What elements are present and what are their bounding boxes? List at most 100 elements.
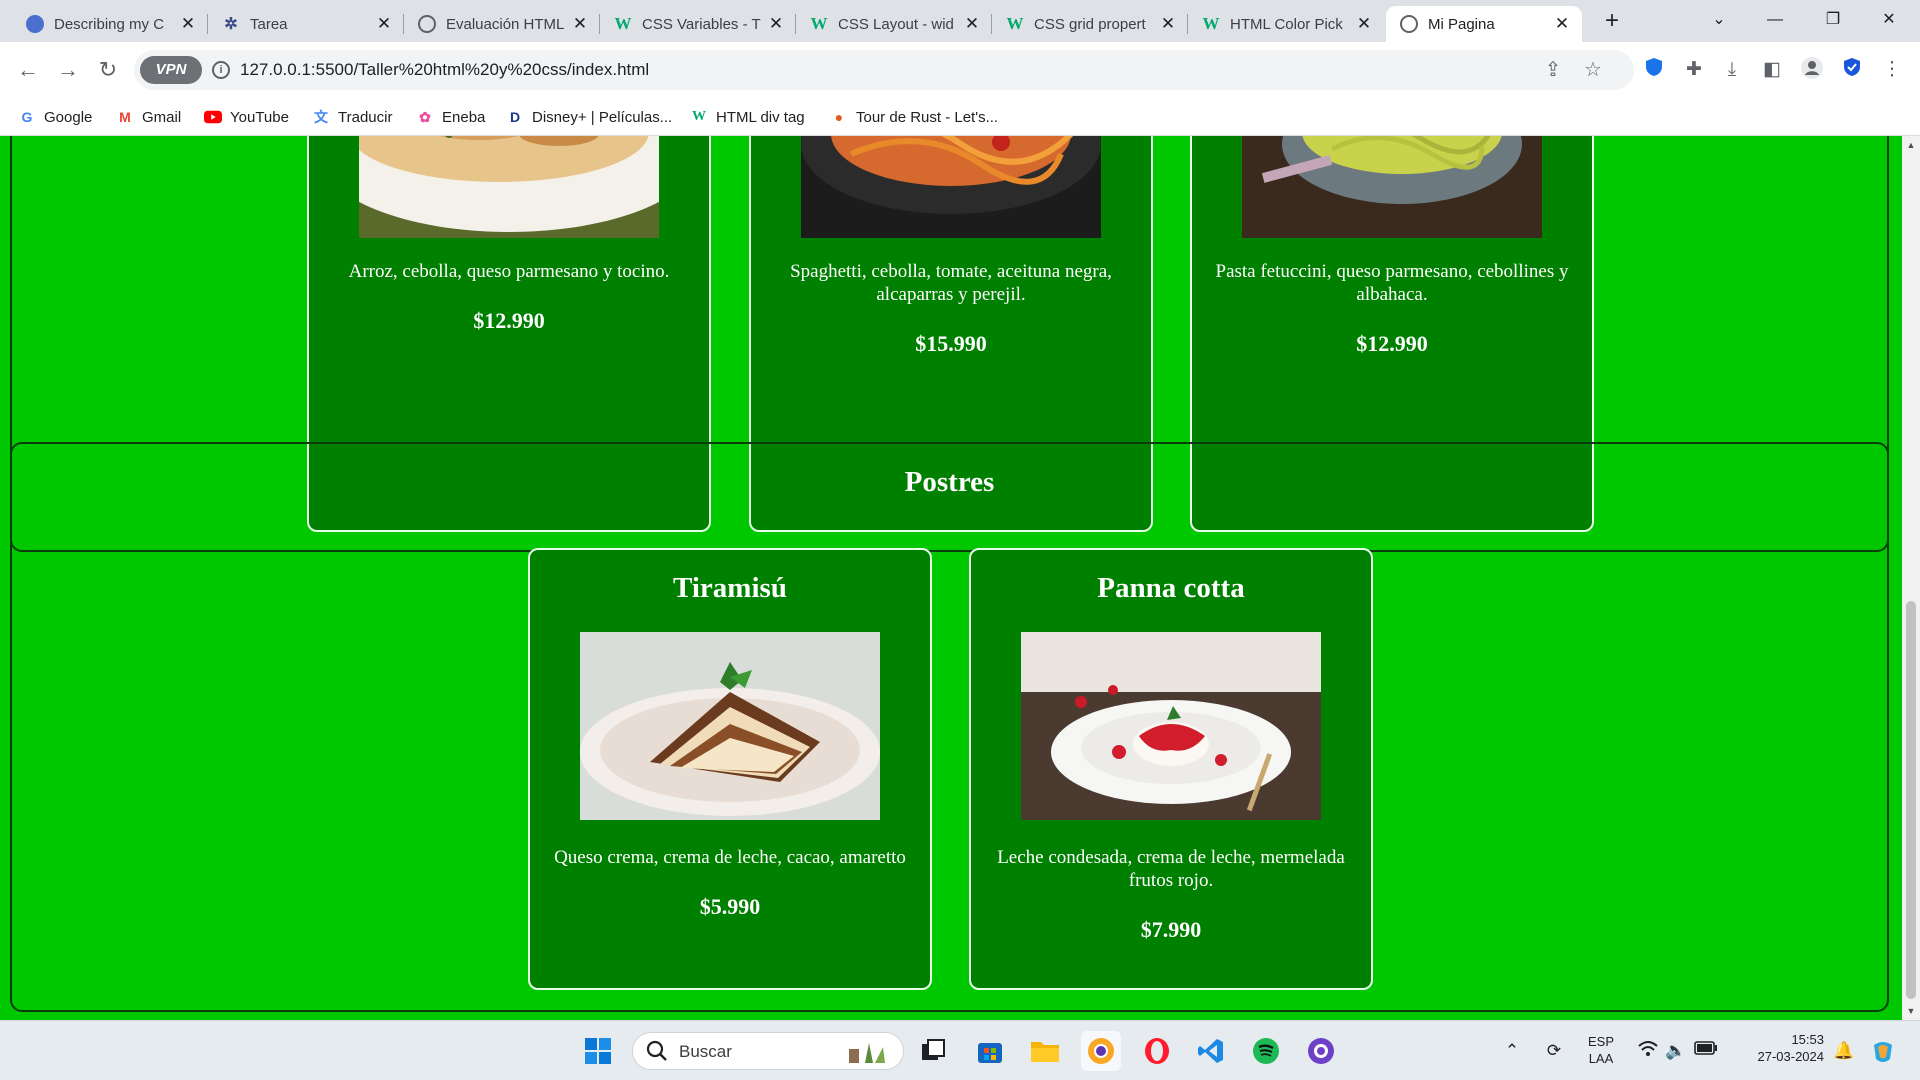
tab-html-color-picker[interactable]: W HTML Color Pick ✕ [1188, 6, 1384, 42]
vpn-badge[interactable]: VPN [140, 56, 202, 84]
bookmark-label: Google [44, 108, 93, 126]
clock[interactable]: 15:53 27-03-2024 [1732, 1031, 1825, 1065]
notification-bell-icon[interactable]: 🔔 [1832, 1039, 1856, 1063]
close-icon[interactable]: ✕ [1354, 14, 1374, 34]
close-icon[interactable]: ✕ [374, 14, 394, 34]
forward-arrow-icon[interactable]: → [52, 54, 84, 86]
dessert-card-tiramisu: Tiramisú Queso crema, crema de leche, ca… [528, 548, 932, 990]
dessert-name: Panna cotta [1097, 572, 1245, 604]
bookmark-tour-de-rust[interactable]: ● Tour de Rust - Let's... [830, 104, 998, 130]
dish-description: Pasta fetuccini, queso parmesano, ceboll… [1215, 261, 1569, 305]
security-shield-check-icon[interactable] [1838, 56, 1866, 84]
sync-icon[interactable]: ⟳ [1542, 1039, 1566, 1063]
close-icon[interactable]: ✕ [1158, 14, 1178, 34]
bookmark-google[interactable]: G Google [18, 104, 93, 130]
close-window-button[interactable]: ✕ [1866, 4, 1912, 36]
w3schools-icon: W [692, 109, 706, 124]
back-arrow-icon[interactable]: ← [12, 54, 44, 86]
tab-title: HTML Color Pick [1230, 15, 1343, 33]
clock-time: 15:53 [1791, 1032, 1824, 1047]
microsoft-store-icon[interactable] [970, 1031, 1010, 1071]
vscode-icon[interactable] [1191, 1031, 1231, 1071]
chrome-icon[interactable] [1081, 1031, 1121, 1071]
url-text[interactable]: 127.0.0.1:5500/Taller%20html%20y%20css/i… [240, 60, 649, 80]
reload-icon[interactable]: ↻ [92, 54, 124, 86]
close-icon[interactable]: ✕ [570, 14, 590, 34]
page-scrollbar[interactable]: ▲ ▼ [1902, 136, 1920, 1020]
site-info-icon[interactable]: i [212, 61, 230, 79]
bookmark-star-icon[interactable]: ☆ [1582, 59, 1604, 81]
bookmark-eneba[interactable]: ✿ Eneba [416, 104, 485, 130]
side-panel-icon[interactable]: ◧ [1758, 56, 1786, 84]
tab-search-chevron-icon[interactable]: ⌄ [1696, 4, 1742, 36]
tab-title: Evaluación HTML [446, 15, 565, 33]
copilot-icon[interactable] [1870, 1039, 1894, 1063]
bookmark-label: Eneba [442, 108, 486, 126]
close-icon[interactable]: ✕ [766, 14, 786, 34]
dessert-description: Queso crema, crema de leche, cacao, amar… [554, 847, 906, 868]
file-explorer-icon[interactable] [1025, 1031, 1065, 1071]
bookmark-html-div-tag[interactable]: W HTML div tag [690, 104, 805, 130]
minimize-button[interactable]: — [1752, 4, 1798, 36]
close-icon[interactable]: ✕ [962, 14, 982, 34]
share-icon[interactable]: ⇪ [1542, 59, 1564, 81]
dessert-name: Tiramisú [673, 572, 787, 604]
close-icon[interactable]: ✕ [178, 14, 198, 34]
tab-title: Tarea [250, 15, 288, 33]
language-indicator[interactable]: ESP LAA [1584, 1033, 1618, 1067]
wifi-icon[interactable] [1636, 1039, 1660, 1063]
extension-shield-icon[interactable] [1640, 56, 1668, 84]
windows-start-icon[interactable] [578, 1031, 618, 1071]
dessert-description: Leche condesada, crema de leche, mermela… [997, 847, 1345, 891]
address-bar[interactable]: VPN i 127.0.0.1:5500/Taller%20html%20y%2… [134, 50, 1634, 90]
opera-icon[interactable] [1137, 1031, 1177, 1071]
taskbar-search-box[interactable]: Buscar [632, 1032, 904, 1070]
tab-tarea[interactable]: ✲ Tarea ✕ [208, 6, 404, 42]
scroll-up-arrow-icon[interactable]: ▲ [1902, 136, 1920, 154]
bookmark-label: YouTube [230, 108, 289, 126]
bookmark-label: Traducir [338, 108, 393, 126]
tab-css-layout[interactable]: W CSS Layout - wid ✕ [796, 6, 992, 42]
bookmark-traducir[interactable]: 文 Traducir [312, 104, 392, 130]
bookmark-disney[interactable]: D Disney+ | Películas... [506, 104, 672, 130]
bookmark-label: Gmail [142, 108, 182, 126]
battery-icon[interactable] [1694, 1039, 1718, 1063]
tab-mi-pagina[interactable]: Mi Pagina ✕ [1386, 6, 1582, 42]
volume-icon[interactable]: 🔈 [1664, 1039, 1688, 1063]
restore-button[interactable]: ❐ [1810, 4, 1856, 36]
scrollbar-thumb[interactable] [1906, 601, 1916, 999]
bookmark-gmail[interactable]: M Gmail [116, 104, 181, 130]
youtube-icon [204, 108, 222, 126]
eneba-icon: ✿ [419, 108, 431, 125]
task-view-icon[interactable] [913, 1031, 953, 1071]
close-icon[interactable]: ✕ [1552, 14, 1572, 34]
dish-price: $15.990 [915, 331, 987, 356]
dish-description: Spaghetti, cebolla, tomate, aceituna neg… [790, 261, 1112, 305]
rust-crab-icon: ● [834, 109, 844, 125]
w3schools-icon: W [1006, 14, 1024, 33]
tab-css-variables[interactable]: W CSS Variables - T ✕ [600, 6, 796, 42]
globe-icon [26, 15, 44, 33]
w3schools-icon: W [1202, 14, 1220, 33]
bookmark-youtube[interactable]: YouTube [204, 104, 289, 130]
github-desktop-icon[interactable] [1301, 1031, 1341, 1071]
tab-css-grid[interactable]: W CSS grid propert ✕ [992, 6, 1188, 42]
new-tab-button[interactable]: + [1598, 8, 1626, 36]
spotify-icon[interactable] [1246, 1031, 1286, 1071]
extensions-puzzle-icon[interactable]: ✚ [1680, 56, 1708, 84]
menu-kebab-icon[interactable]: ⋮ [1878, 56, 1906, 84]
section-heading: Postres [904, 466, 995, 498]
scroll-down-arrow-icon[interactable]: ▼ [1902, 1002, 1920, 1020]
show-hidden-icons-chevron-icon[interactable]: ⌃ [1500, 1039, 1524, 1063]
tab-describing[interactable]: Describing my C ✕ [12, 6, 208, 42]
download-icon[interactable]: ⤓ [1718, 56, 1746, 84]
page-viewport: Arroz, cebolla, queso parmesano y tocino… [0, 136, 1902, 1020]
tab-title: Mi Pagina [1428, 15, 1495, 33]
google-icon: G [21, 109, 33, 125]
tab-title: Describing my C [54, 15, 165, 33]
profile-avatar-icon[interactable] [1798, 56, 1826, 84]
tab-title: CSS Layout - wid [838, 15, 954, 33]
tab-evaluacion[interactable]: Evaluación HTML ✕ [404, 6, 600, 42]
search-highlight-icon [845, 1039, 891, 1065]
gmail-icon: M [119, 109, 131, 125]
